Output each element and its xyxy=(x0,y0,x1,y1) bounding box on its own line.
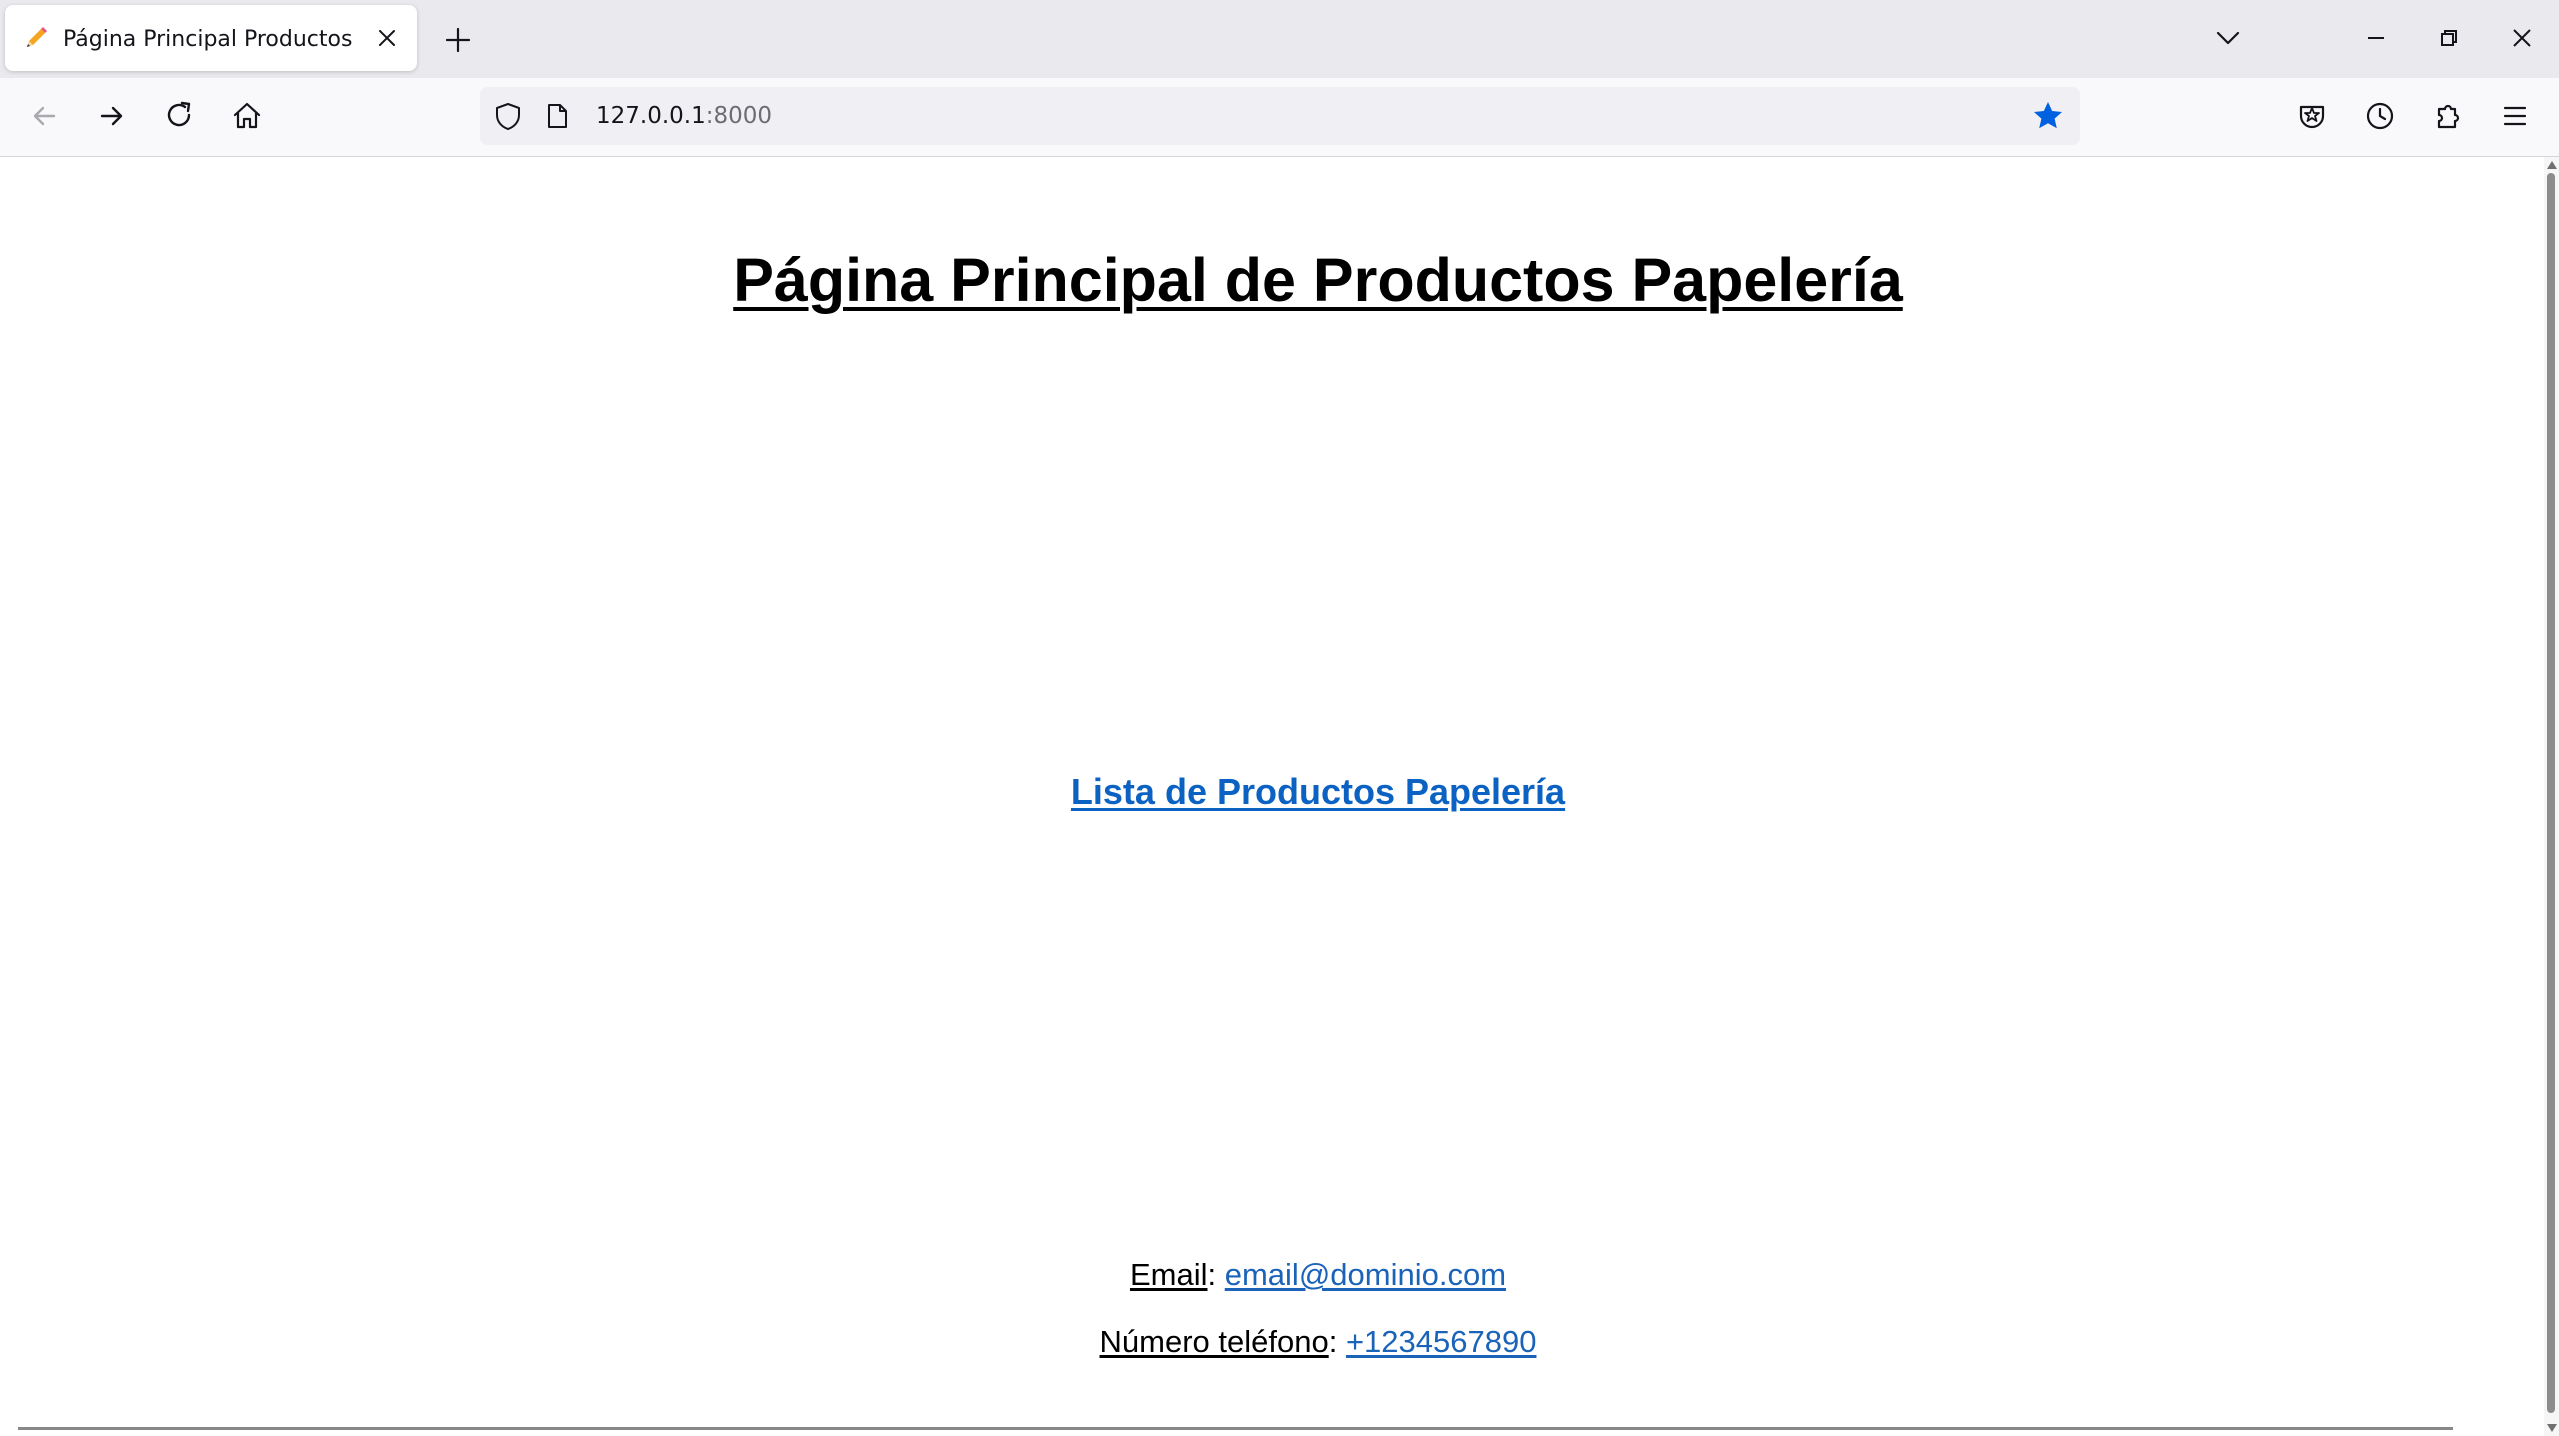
email-separator: : xyxy=(1207,1257,1217,1292)
footer-divider xyxy=(18,1427,2453,1430)
page-icon[interactable] xyxy=(542,101,572,131)
star-icon[interactable] xyxy=(2030,98,2066,134)
navigation-toolbar: 127.0.0.1:8000 xyxy=(0,78,2559,157)
tab-strip: Página Principal Productos xyxy=(0,0,2559,78)
scroll-down-arrow-icon[interactable] xyxy=(2547,1424,2557,1432)
phone-link[interactable]: +1234567890 xyxy=(1346,1324,1537,1359)
home-icon[interactable] xyxy=(227,96,267,136)
shield-icon[interactable] xyxy=(492,100,524,132)
vertical-scrollbar[interactable] xyxy=(2544,157,2559,1436)
arrow-left-icon[interactable] xyxy=(24,96,64,136)
restore-icon[interactable] xyxy=(2429,18,2469,58)
url-text[interactable]: 127.0.0.1:8000 xyxy=(596,103,772,129)
arrow-right-icon[interactable] xyxy=(92,96,132,136)
tab-active[interactable]: Página Principal Productos xyxy=(5,5,417,71)
email-link[interactable]: email@dominio.com xyxy=(1225,1257,1506,1292)
url-host: 127.0.0.1 xyxy=(596,103,706,129)
url-bar[interactable]: 127.0.0.1:8000 xyxy=(480,87,2080,145)
clock-icon[interactable] xyxy=(2360,96,2400,136)
email-label: Email xyxy=(1129,1257,1208,1292)
scroll-up-arrow-icon[interactable] xyxy=(2547,161,2557,169)
puzzle-icon[interactable] xyxy=(2428,96,2468,136)
phone-line: Número teléfono: +1234567890 xyxy=(0,1324,2559,1360)
browser-window: Página Principal Productos 127.0.0.1:800… xyxy=(0,0,2559,1436)
plus-icon[interactable] xyxy=(440,22,476,58)
pencil-icon xyxy=(23,25,49,51)
chevron-down-icon[interactable] xyxy=(2210,20,2246,56)
email-line: Email: email@dominio.com xyxy=(0,1257,2559,1293)
phone-separator: : xyxy=(1328,1324,1338,1359)
hamburger-icon[interactable] xyxy=(2495,96,2535,136)
page-content: Página Principal de Productos Papelería … xyxy=(0,157,2544,1436)
product-list-link[interactable]: Lista de Productos Papelería xyxy=(0,771,2559,813)
url-port: :8000 xyxy=(705,103,773,129)
reload-icon[interactable] xyxy=(160,96,200,136)
save-to-pocket-icon[interactable] xyxy=(2292,96,2332,136)
minimize-icon[interactable] xyxy=(2356,18,2396,58)
close-icon[interactable] xyxy=(375,26,399,50)
tab-title: Página Principal Productos xyxy=(63,27,353,52)
scroll-thumb[interactable] xyxy=(2547,173,2555,1413)
page-title: Página Principal de Productos Papelería xyxy=(733,246,1903,314)
phone-label: Número teléfono xyxy=(1099,1324,1329,1359)
window-close-icon[interactable] xyxy=(2502,18,2542,58)
